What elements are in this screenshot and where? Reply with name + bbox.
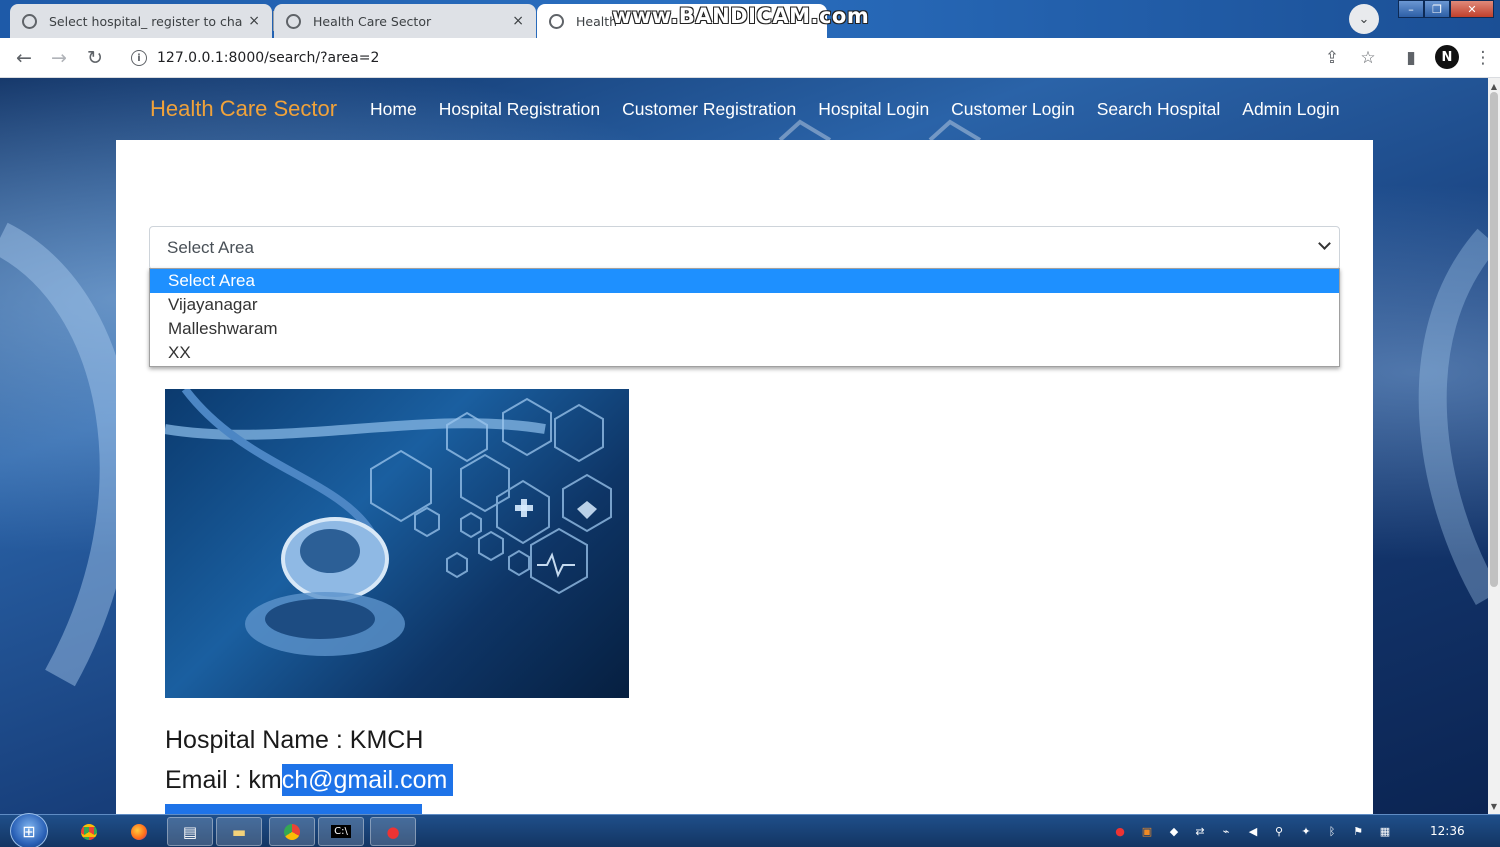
chevron-down-icon: ⌄ xyxy=(1358,11,1370,27)
scroll-down-icon[interactable]: ▼ xyxy=(1488,800,1500,812)
taskbar-chrome-active[interactable] xyxy=(269,817,315,846)
arrow-left-icon: ← xyxy=(16,47,32,69)
globe-icon xyxy=(549,13,564,29)
stethoscope-illustration xyxy=(165,389,612,656)
side-panel-button[interactable]: ▮ xyxy=(1399,46,1423,70)
tray-volume-icon[interactable]: ◀ xyxy=(1245,823,1261,839)
browser-tab-1[interactable]: Select hospital_ register to chang × xyxy=(10,4,272,38)
url-field[interactable]: i 127.0.0.1:8000/search/?area=2 xyxy=(120,42,1410,74)
taskbar-firefox[interactable] xyxy=(116,817,162,846)
reload-icon: ↻ xyxy=(87,47,103,69)
tab-title: Health Care Sector xyxy=(313,13,432,29)
tray-bluetooth-icon[interactable]: ᛒ xyxy=(1324,823,1340,839)
area-dropdown-list: Select Area Vijayanagar Malleshwaram XX xyxy=(149,268,1340,367)
address-bar-row: ← → ↻ i 127.0.0.1:8000/search/?area=2 ⇪ … xyxy=(0,38,1500,78)
tray-usb-icon[interactable]: ⌁ xyxy=(1218,823,1234,839)
taskbar-cmd[interactable]: C:\ xyxy=(318,817,364,846)
tray-xampp-icon[interactable]: ▣ xyxy=(1139,823,1155,839)
close-tab-icon[interactable]: × xyxy=(248,13,260,29)
area-option-malleshwaram[interactable]: Malleshwaram xyxy=(150,317,1339,341)
taskbar-explorer[interactable]: ▬ xyxy=(216,817,262,846)
selected-text-overflow xyxy=(165,804,422,814)
nav-links: Home Hospital Registration Customer Regi… xyxy=(370,99,1340,120)
tray-display-icon[interactable]: ▦ xyxy=(1377,823,1393,839)
email-label-text: Email : km xyxy=(165,766,282,794)
chrome-icon xyxy=(81,823,97,840)
close-tab-icon[interactable]: × xyxy=(512,13,524,29)
globe-icon xyxy=(286,13,301,29)
scroll-up-icon[interactable]: ▲ xyxy=(1488,80,1500,92)
area-select[interactable]: Select Area xyxy=(149,226,1340,270)
tab-search-button[interactable]: ⌄ xyxy=(1349,4,1379,34)
profile-avatar[interactable]: N xyxy=(1435,45,1459,69)
tray-search-icon[interactable]: ⚲ xyxy=(1271,823,1287,839)
site-navbar: Health Care Sector Home Hospital Registr… xyxy=(0,78,1488,140)
arrow-right-icon: → xyxy=(51,47,67,69)
globe-icon xyxy=(22,13,37,29)
selected-email-text: ch@gmail.com xyxy=(281,764,454,796)
hospital-image xyxy=(165,389,629,698)
forward-button[interactable]: → xyxy=(47,46,71,70)
firefox-icon xyxy=(131,823,147,840)
back-button[interactable]: ← xyxy=(12,46,36,70)
star-icon: ☆ xyxy=(1360,48,1376,68)
start-button[interactable]: ⊞ xyxy=(10,813,48,847)
tray-record-icon[interactable]: ● xyxy=(1112,823,1128,839)
site-brand[interactable]: Health Care Sector xyxy=(150,96,337,122)
nav-customer-registration[interactable]: Customer Registration xyxy=(622,99,796,120)
reload-button[interactable]: ↻ xyxy=(83,46,107,70)
windows-logo-icon: ⊞ xyxy=(22,821,36,841)
notepad-icon: ▤ xyxy=(182,822,198,841)
windows-taskbar: ⊞ ▤ ▬ C:\ ● ● ▣ ◆ ⇄ ⌁ ◀ ⚲ ✦ ᛒ ⚑ ▦ 12:36 xyxy=(0,813,1500,847)
bookmark-button[interactable]: ☆ xyxy=(1356,46,1380,70)
hospital-email: Email : kmch@gmail.com xyxy=(165,764,454,796)
terminal-icon: C:\ xyxy=(331,825,351,838)
side-panel-icon: ▮ xyxy=(1406,48,1416,68)
tray-app-icon[interactable]: ◆ xyxy=(1166,823,1182,839)
info-icon[interactable]: i xyxy=(131,50,147,66)
page-scrollbar[interactable]: ▲ ▼ xyxy=(1488,78,1500,814)
taskbar-notepad[interactable]: ▤ xyxy=(167,817,213,846)
menu-button[interactable]: ⋮ xyxy=(1471,46,1495,70)
hospital-name: Hospital Name : KMCH xyxy=(165,726,424,754)
more-vert-icon: ⋮ xyxy=(1474,48,1492,68)
close-window-button[interactable]: ✕ xyxy=(1450,0,1494,18)
scrollbar-thumb[interactable] xyxy=(1490,92,1498,587)
browser-tab-strip: Select hospital_ register to chang × Hea… xyxy=(0,0,1500,38)
share-icon: ⇪ xyxy=(1324,48,1340,68)
nav-home[interactable]: Home xyxy=(370,99,417,120)
area-option-xx[interactable]: XX xyxy=(150,341,1339,365)
content-card: Select Area Select Area Vijayanagar Mall… xyxy=(116,140,1373,814)
chevron-down-icon xyxy=(1318,237,1331,250)
area-select-value: Select Area xyxy=(167,238,254,257)
nav-hospital-registration[interactable]: Hospital Registration xyxy=(439,99,600,120)
nav-admin-login[interactable]: Admin Login xyxy=(1242,99,1339,120)
nav-customer-login[interactable]: Customer Login xyxy=(951,99,1075,120)
taskbar-chrome[interactable] xyxy=(66,817,112,846)
restore-button[interactable]: ❐ xyxy=(1424,0,1450,18)
window-controls: – ❐ ✕ xyxy=(1398,0,1494,18)
taskbar-bandicam[interactable]: ● xyxy=(370,817,416,846)
recording-watermark: www.BANDICAM.com xyxy=(612,4,870,28)
browser-tab-2[interactable]: Health Care Sector × xyxy=(274,4,536,38)
record-icon: ● xyxy=(386,822,400,841)
chrome-icon xyxy=(284,823,300,840)
minimize-icon: – xyxy=(1408,2,1414,16)
close-icon: ✕ xyxy=(1467,2,1477,16)
restore-icon: ❐ xyxy=(1432,2,1442,16)
nav-hospital-login[interactable]: Hospital Login xyxy=(818,99,929,120)
taskbar-clock[interactable]: 12:36 xyxy=(1430,824,1465,838)
tray-flag-icon[interactable]: ⚑ xyxy=(1350,823,1366,839)
area-option-vijayanagar[interactable]: Vijayanagar xyxy=(150,293,1339,317)
tray-network-icon[interactable]: ⇄ xyxy=(1192,823,1208,839)
folder-icon: ▬ xyxy=(231,822,247,841)
minimize-button[interactable]: – xyxy=(1398,0,1424,18)
url-text: 127.0.0.1:8000/search/?area=2 xyxy=(157,50,380,66)
tab-title: Select hospital_ register to chang xyxy=(49,13,243,29)
nav-search-hospital[interactable]: Search Hospital xyxy=(1097,99,1221,120)
share-button[interactable]: ⇪ xyxy=(1320,46,1344,70)
tray-power-icon[interactable]: ✦ xyxy=(1298,823,1314,839)
area-option-select-area[interactable]: Select Area xyxy=(150,269,1339,293)
page-viewport: Health Care Sector Home Hospital Registr… xyxy=(0,78,1488,814)
